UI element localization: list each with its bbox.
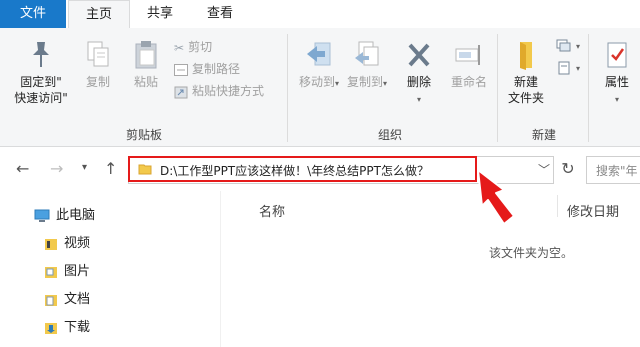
move-to-label: 移动到	[298, 75, 335, 89]
pin-label-line1: 固定到"	[20, 75, 62, 89]
nav-item-pictures[interactable]: 图片	[44, 263, 90, 281]
nav-label: 下载	[64, 320, 91, 335]
downloads-folder-icon	[45, 322, 57, 334]
chevron-down-icon: ▾	[383, 79, 388, 88]
new-folder-label-line2: 文件夹	[507, 91, 544, 105]
pin-quick-access-button[interactable]: 固定到" 快速访问"	[6, 40, 76, 106]
scissors-icon: ✂	[174, 40, 185, 55]
delete-button[interactable]: 删除 ▾	[398, 40, 440, 108]
cut-button[interactable]: ✂ 剪切	[174, 38, 212, 56]
address-path[interactable]: D:\工作型PPT应该这样做！\年终总结PPT怎么做？	[160, 162, 429, 179]
copy-path-icon	[174, 63, 188, 76]
chevron-down-icon: ▾	[576, 42, 581, 51]
column-header-name[interactable]: 名称	[259, 201, 285, 220]
new-folder-icon	[520, 42, 532, 70]
tab-file[interactable]: 文件	[0, 0, 66, 28]
nav-item-downloads[interactable]: 下载	[44, 319, 90, 337]
group-label-clipboard: 剪贴板	[125, 128, 162, 142]
ribbon-separator	[588, 34, 589, 142]
empty-folder-message: 该文件夹为空。	[489, 246, 574, 260]
easy-access-button[interactable]: ▾	[556, 58, 580, 76]
nav-item-documents[interactable]: 文档	[44, 291, 90, 309]
chevron-down-icon: ▾	[614, 95, 619, 104]
rename-button[interactable]: 重命名	[444, 40, 494, 90]
rename-icon	[455, 45, 480, 65]
ribbon-separator	[287, 34, 288, 142]
copy-to-button[interactable]: 复制到▾	[344, 40, 390, 92]
computer-icon	[34, 209, 50, 222]
new-item-icon	[556, 39, 571, 51]
paste-shortcut-button[interactable]: 粘贴快捷方式	[174, 82, 264, 100]
documents-folder-icon	[45, 294, 57, 306]
paste-button[interactable]: 粘贴	[124, 40, 168, 90]
pin-label-line2: 快速访问"	[14, 91, 68, 105]
chevron-down-icon[interactable]: ﹀	[538, 161, 550, 178]
chevron-down-icon: ▾	[335, 79, 340, 88]
delete-label: 删除	[406, 75, 431, 89]
move-to-icon	[307, 42, 331, 66]
tab-view[interactable]: 查看	[192, 0, 248, 28]
refresh-icon[interactable]: ↻	[556, 156, 580, 182]
ribbon-tab-bar: 文件 主页 共享 查看	[0, 0, 640, 30]
delete-x-icon	[408, 43, 430, 67]
easy-access-icon	[558, 61, 570, 74]
cut-label: 剪切	[188, 40, 213, 54]
tab-share[interactable]: 共享	[132, 0, 188, 28]
video-folder-icon	[45, 238, 57, 250]
forward-arrow-icon[interactable]: →	[50, 159, 63, 178]
clipboard-icon	[135, 41, 157, 69]
copy-to-icon	[355, 41, 379, 66]
properties-icon	[607, 42, 627, 68]
address-row: ← → ▾ ↑ D:\工作型PPT应该这样做！\年终总结PPT怎么做？ ﹀ ↻ …	[0, 147, 640, 191]
tab-home[interactable]: 主页	[68, 0, 130, 30]
nav-item-this-pc[interactable]: 此电脑	[34, 207, 95, 225]
group-label-organize: 组织	[377, 128, 402, 142]
rename-label: 重命名	[450, 75, 487, 89]
annotation-arrow-icon	[477, 169, 515, 225]
nav-label: 文档	[64, 292, 91, 307]
properties-button[interactable]: 属性 ▾	[594, 40, 640, 108]
navigation-pane: 此电脑 视频 图片 文档 下载	[0, 191, 218, 347]
copy-button[interactable]: 复制	[78, 40, 118, 90]
move-to-button[interactable]: 移动到▾	[296, 40, 342, 92]
properties-label: 属性	[604, 75, 629, 89]
copy-path-button[interactable]: 复制路径	[174, 60, 240, 78]
chevron-down-icon: ▾	[576, 64, 581, 73]
group-label-new: 新建	[531, 128, 556, 142]
column-header-modified[interactable]: 修改日期	[567, 201, 619, 220]
nav-label: 视频	[64, 236, 91, 251]
up-arrow-icon[interactable]: ↑	[104, 159, 117, 178]
copy-path-label: 复制路径	[192, 62, 241, 76]
nav-item-videos[interactable]: 视频	[44, 235, 90, 253]
file-list-pane: 名称 修改日期 该文件夹为空。	[221, 191, 640, 347]
paste-shortcut-label: 粘贴快捷方式	[192, 84, 265, 98]
recent-dropdown-icon[interactable]: ▾	[82, 162, 87, 173]
new-folder-button[interactable]: 新建 文件夹	[502, 40, 550, 106]
pin-icon	[33, 42, 49, 67]
pictures-folder-icon	[45, 266, 57, 278]
new-folder-label-line1: 新建	[513, 75, 538, 89]
nav-label: 图片	[64, 264, 91, 279]
back-arrow-icon[interactable]: ←	[16, 159, 29, 178]
copy-label: 复制	[85, 75, 110, 89]
copy-to-label: 复制到	[346, 75, 383, 89]
chevron-down-icon: ▾	[416, 95, 421, 104]
copy-icon	[87, 41, 109, 67]
search-placeholder: 搜索"年	[596, 164, 638, 178]
folder-icon	[138, 164, 152, 175]
nav-label: 此电脑	[56, 208, 96, 223]
paste-label: 粘贴	[133, 75, 158, 89]
column-separator[interactable]	[557, 195, 558, 217]
ribbon-separator	[497, 34, 498, 142]
new-item-button[interactable]: ▾	[556, 36, 580, 54]
paste-shortcut-icon	[174, 86, 188, 98]
ribbon: 固定到" 快速访问" 复制 粘贴 ✂ 剪切 复制路径 粘贴快捷方式 剪贴板 移动…	[0, 28, 640, 147]
